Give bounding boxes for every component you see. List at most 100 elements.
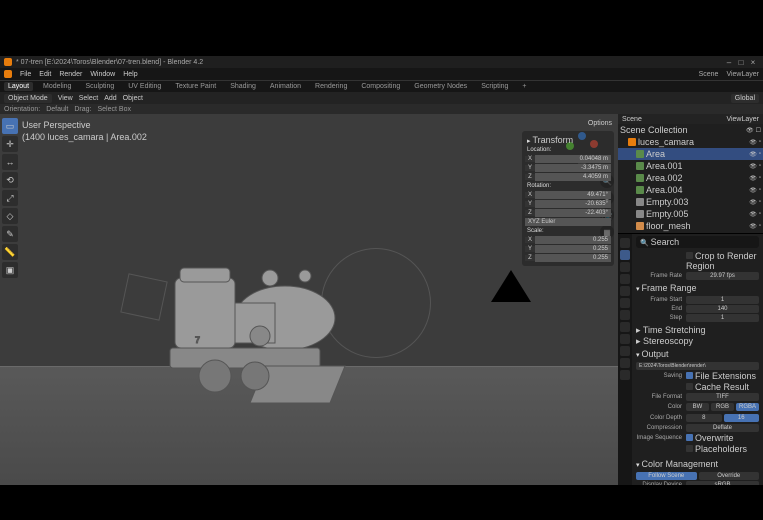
depth-8[interactable]: 8 bbox=[686, 414, 722, 422]
loc-z[interactable]: 4.4059 m bbox=[535, 173, 611, 181]
fileformat-field[interactable]: TIFF bbox=[686, 393, 759, 401]
frame-step[interactable]: 1 bbox=[686, 314, 759, 322]
tool-addcube[interactable]: ▣ bbox=[2, 262, 18, 278]
prop-tab-scene[interactable] bbox=[620, 274, 630, 284]
outliner[interactable]: Scene Collection 👁☐ luces_camara👁▫Area👁▫… bbox=[618, 124, 763, 234]
outliner-scene-label[interactable]: Scene bbox=[622, 116, 642, 123]
prop-tab-modifiers[interactable] bbox=[620, 310, 630, 320]
color-rgba[interactable]: RGBA bbox=[736, 403, 759, 411]
rot-y[interactable]: -20.635° bbox=[535, 200, 611, 208]
output-path[interactable]: E:\2024\Toros\Blender\render\ bbox=[636, 362, 759, 370]
render-visibility-icon[interactable]: ▫ bbox=[759, 163, 761, 170]
header-select[interactable]: Select bbox=[79, 95, 98, 102]
3d-viewport[interactable]: 7 User Perspective (1400 luces_camara | … bbox=[0, 114, 618, 485]
outliner-item[interactable]: Area.002👁▫ bbox=[618, 172, 763, 184]
visibility-icon[interactable]: 👁 bbox=[749, 223, 757, 230]
outliner-viewlayer-label[interactable]: ViewLayer bbox=[726, 116, 759, 123]
menu-help[interactable]: Help bbox=[123, 71, 137, 78]
visibility-icon[interactable]: 👁 bbox=[749, 175, 757, 182]
output-header[interactable]: ▾ Output bbox=[636, 347, 759, 361]
tab-uv[interactable]: UV Editing bbox=[124, 82, 165, 91]
outliner-item[interactable]: Area👁▫ bbox=[618, 148, 763, 160]
rotation-mode[interactable]: XYZ Euler bbox=[525, 218, 611, 226]
tool-cursor[interactable]: ✛ bbox=[2, 136, 18, 152]
prop-tab-output[interactable] bbox=[620, 250, 630, 260]
maximize-button[interactable]: □ bbox=[735, 57, 747, 67]
drag-value[interactable]: Select Box bbox=[98, 106, 131, 113]
render-visibility-icon[interactable]: ▫ bbox=[759, 175, 761, 182]
header-view[interactable]: View bbox=[58, 95, 73, 102]
prop-tab-material[interactable] bbox=[620, 370, 630, 380]
close-button[interactable]: × bbox=[747, 57, 759, 67]
header-add[interactable]: Add bbox=[104, 95, 116, 102]
menu-file[interactable]: File bbox=[20, 71, 31, 78]
placeholders-checkbox[interactable] bbox=[686, 445, 693, 452]
options-dropdown[interactable]: Options bbox=[518, 118, 618, 129]
minimize-button[interactable]: – bbox=[723, 57, 735, 67]
framerange-header[interactable]: ▾ Frame Range bbox=[636, 281, 759, 295]
rot-x[interactable]: 49.471° bbox=[535, 191, 611, 199]
orientation-value[interactable]: Default bbox=[46, 106, 68, 113]
prop-tab-world[interactable] bbox=[620, 286, 630, 296]
loc-x[interactable]: 0.04048 m bbox=[535, 155, 611, 163]
depth-16[interactable]: 16 bbox=[724, 414, 760, 422]
cache-result-checkbox[interactable] bbox=[686, 383, 693, 390]
timestretch-header[interactable]: ▸ Time Stretching bbox=[636, 325, 759, 336]
scale-z[interactable]: 0.255 bbox=[535, 254, 611, 262]
visibility-icon[interactable]: 👁 bbox=[749, 139, 757, 146]
viewlayer-selector[interactable]: ViewLayer bbox=[726, 71, 759, 78]
render-visibility-icon[interactable]: ▫ bbox=[759, 199, 761, 206]
outliner-item[interactable]: Empty.005👁▫ bbox=[618, 208, 763, 220]
tab-modeling[interactable]: Modeling bbox=[39, 82, 75, 91]
tool-measure[interactable]: 📏 bbox=[2, 244, 18, 260]
file-ext-checkbox[interactable] bbox=[686, 372, 693, 379]
mode-selector[interactable]: Object Mode bbox=[4, 94, 52, 103]
colormgmt-header[interactable]: ▾ Color Management bbox=[636, 457, 759, 471]
tool-scale[interactable]: ⤢ bbox=[2, 190, 18, 206]
visibility-icon[interactable]: 👁 bbox=[749, 151, 757, 158]
tab-animation[interactable]: Animation bbox=[266, 82, 305, 91]
tab-sculpting[interactable]: Sculpting bbox=[81, 82, 118, 91]
tab-compositing[interactable]: Compositing bbox=[357, 82, 404, 91]
blender-icon[interactable] bbox=[4, 70, 12, 78]
scale-x[interactable]: 0.255 bbox=[535, 236, 611, 244]
tool-rotate[interactable]: ⟲ bbox=[2, 172, 18, 188]
rot-z[interactable]: -22.403° bbox=[535, 209, 611, 217]
frame-start[interactable]: 1 bbox=[686, 296, 759, 304]
outliner-item[interactable]: luces_camara👁▫ bbox=[618, 136, 763, 148]
tool-annotate[interactable]: ✎ bbox=[2, 226, 18, 242]
outliner-root[interactable]: Scene Collection 👁☐ bbox=[618, 124, 763, 136]
display-device[interactable]: sRGB bbox=[686, 481, 759, 485]
tool-move[interactable]: ↔ bbox=[2, 154, 18, 170]
prop-tab-particles[interactable] bbox=[620, 322, 630, 332]
orientation-selector[interactable]: Global bbox=[731, 94, 759, 103]
render-visibility-icon[interactable]: ▫ bbox=[759, 211, 761, 218]
cm-follow[interactable]: Follow Scene bbox=[636, 472, 697, 480]
tab-texture[interactable]: Texture Paint bbox=[171, 82, 220, 91]
visibility-icon[interactable]: 👁 bbox=[749, 163, 757, 170]
scene-selector[interactable]: Scene bbox=[699, 71, 719, 78]
outliner-item[interactable]: Area.004👁▫ bbox=[618, 184, 763, 196]
tab-geonodes[interactable]: Geometry Nodes bbox=[410, 82, 471, 91]
properties-search[interactable]: 🔍 Search bbox=[636, 236, 759, 248]
stereo-header[interactable]: ▸ Stereoscopy bbox=[636, 336, 759, 347]
tab-rendering[interactable]: Rendering bbox=[311, 82, 351, 91]
cm-override[interactable]: Override bbox=[699, 472, 760, 480]
tool-transform[interactable]: ◇ bbox=[2, 208, 18, 224]
header-object[interactable]: Object bbox=[123, 95, 143, 102]
render-visibility-icon[interactable]: ▫ bbox=[759, 223, 761, 230]
menu-edit[interactable]: Edit bbox=[39, 71, 51, 78]
prop-tab-viewlayer[interactable] bbox=[620, 262, 630, 272]
menu-window[interactable]: Window bbox=[90, 71, 115, 78]
menu-render[interactable]: Render bbox=[59, 71, 82, 78]
render-visibility-icon[interactable]: ▫ bbox=[759, 187, 761, 194]
prop-tab-render[interactable] bbox=[620, 238, 630, 248]
compression-field[interactable]: Deflate bbox=[686, 424, 759, 432]
prop-tab-physics[interactable] bbox=[620, 334, 630, 344]
loc-y[interactable]: -3.3475 m bbox=[535, 164, 611, 172]
tab-shading[interactable]: Shading bbox=[226, 82, 260, 91]
outliner-item[interactable]: floor_mesh👁▫ bbox=[618, 220, 763, 232]
visibility-icon[interactable]: 👁 bbox=[749, 211, 757, 218]
visibility-icon[interactable]: 👁 bbox=[749, 187, 757, 194]
render-visibility-icon[interactable]: ▫ bbox=[759, 151, 761, 158]
